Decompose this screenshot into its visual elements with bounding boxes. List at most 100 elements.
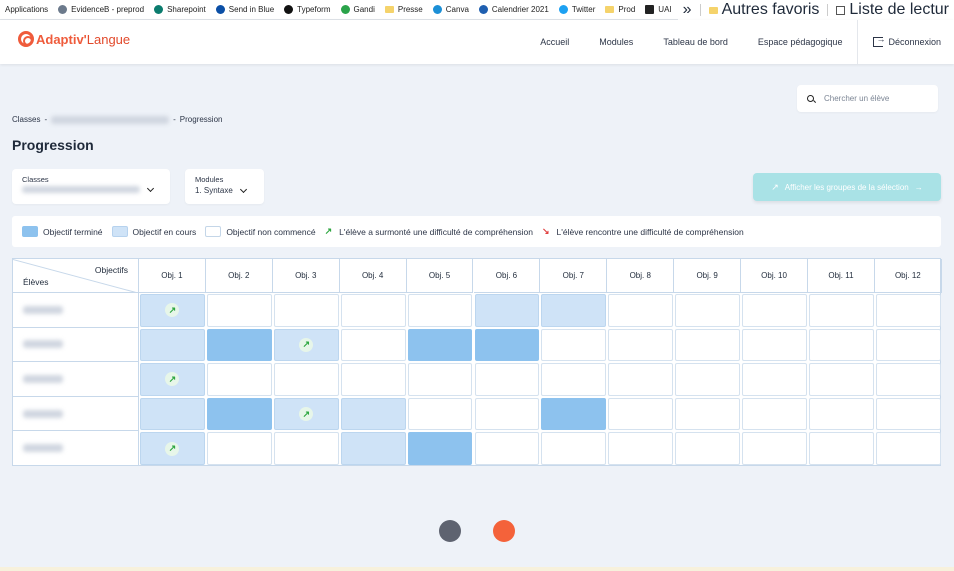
student-row-header[interactable] [13, 362, 139, 397]
progress-cell[interactable] [809, 432, 874, 465]
progress-cell[interactable] [675, 294, 741, 327]
bookmark-item[interactable]: Canva [428, 0, 474, 19]
progress-cell[interactable] [340, 328, 406, 362]
bookmark-item[interactable]: Send in Blue [211, 0, 279, 19]
progress-cell[interactable] [273, 363, 339, 396]
progress-cell[interactable] [608, 363, 674, 396]
progress-cell[interactable] [474, 328, 540, 362]
objective-header[interactable]: Obj. 11 [808, 259, 875, 293]
progress-cell[interactable] [608, 328, 674, 362]
objective-header[interactable]: Obj. 6 [473, 259, 541, 293]
progress-cell[interactable] [474, 397, 540, 431]
progress-cell[interactable] [875, 294, 941, 327]
progress-cell[interactable] [407, 363, 473, 396]
progress-cell[interactable]: ↗ [140, 363, 205, 396]
progress-cell[interactable] [340, 294, 406, 327]
bookmark-item[interactable]: Twitter [554, 0, 601, 19]
progress-cell[interactable] [206, 432, 272, 465]
progress-cell[interactable] [340, 363, 406, 396]
bookmark-item[interactable]: UAI [640, 0, 676, 19]
bookmark-item[interactable]: Applications [0, 0, 53, 19]
progress-cell[interactable] [675, 432, 741, 465]
objective-header[interactable]: Obj. 2 [205, 259, 273, 293]
progress-cell[interactable] [742, 397, 807, 431]
carousel-dot-previous[interactable] [439, 520, 461, 542]
breadcrumb-classes[interactable]: Classes [12, 115, 40, 124]
progress-cell[interactable] [541, 328, 607, 362]
carousel-dot-next[interactable] [493, 520, 515, 542]
progress-cell[interactable] [474, 432, 540, 465]
bookmark-item[interactable]: Typeform [279, 0, 335, 19]
progress-cell[interactable] [675, 328, 741, 362]
progress-cell[interactable] [809, 294, 874, 327]
module-select[interactable]: Modules 1. Syntaxe [185, 169, 264, 204]
objective-header[interactable]: Obj. 12 [874, 259, 942, 293]
objective-header[interactable]: Obj. 10 [741, 259, 808, 293]
student-row-header[interactable] [13, 431, 139, 466]
progress-cell[interactable] [675, 397, 741, 431]
nav-modules[interactable]: Modules [584, 37, 648, 47]
class-select[interactable]: Classes [12, 169, 170, 204]
app-logo[interactable]: Adaptiv' Langue [18, 31, 130, 47]
nav-teacher-space[interactable]: Espace pédagogique [743, 37, 858, 47]
progress-cell[interactable] [742, 328, 807, 362]
progress-cell[interactable] [541, 363, 607, 396]
progress-cell[interactable] [809, 397, 874, 431]
progress-cell[interactable] [809, 328, 874, 362]
bookmark-item[interactable]: EvidenceB - preprod [53, 0, 149, 19]
show-groups-button[interactable]: ↗ Afficher les groupes de la sélection → [753, 173, 941, 201]
bookmark-item[interactable]: Calendrier 2021 [474, 0, 554, 19]
progress-cell[interactable] [742, 432, 807, 465]
reading-list-button[interactable]: Liste de lectur [831, 0, 954, 20]
progress-cell[interactable] [474, 294, 540, 327]
progress-cell[interactable] [273, 432, 339, 465]
progress-cell[interactable] [273, 294, 339, 327]
progress-cell[interactable]: ↗ [140, 294, 205, 327]
progress-cell[interactable]: ↗ [140, 432, 205, 465]
logout-button[interactable]: Déconnexion [857, 20, 954, 64]
progress-cell[interactable] [675, 363, 741, 396]
progress-cell[interactable] [541, 397, 607, 431]
student-row-header[interactable] [13, 396, 139, 432]
progress-cell[interactable] [541, 432, 607, 465]
objective-header[interactable]: Obj. 1 [139, 259, 206, 293]
breadcrumb-class-name-redacted[interactable] [51, 115, 170, 124]
progress-cell[interactable] [140, 328, 205, 362]
progress-cell[interactable]: ↗ [273, 328, 339, 362]
progress-cell[interactable] [608, 294, 674, 327]
objective-header[interactable]: Obj. 7 [540, 259, 608, 293]
progress-cell[interactable] [608, 397, 674, 431]
progress-cell[interactable] [809, 363, 874, 396]
progress-cell[interactable] [608, 432, 674, 465]
progress-cell[interactable] [206, 397, 272, 431]
other-favorites-folder[interactable]: Autres favoris [704, 0, 825, 20]
student-search[interactable]: Chercher un élève [797, 85, 938, 112]
student-row-header[interactable] [13, 327, 139, 363]
bookmark-item[interactable]: Presse [380, 0, 428, 19]
progress-cell[interactable] [206, 328, 272, 362]
progress-cell[interactable] [407, 432, 473, 465]
objective-header[interactable]: Obj. 5 [406, 259, 474, 293]
progress-cell[interactable] [742, 363, 807, 396]
more-bookmarks-button[interactable]: » [678, 0, 697, 20]
progress-cell[interactable] [407, 397, 473, 431]
progress-cell[interactable] [407, 328, 473, 362]
progress-cell[interactable] [340, 397, 406, 431]
progress-cell[interactable] [140, 397, 205, 431]
objective-header[interactable]: Obj. 9 [674, 259, 742, 293]
progress-cell[interactable] [875, 432, 941, 465]
student-row-header[interactable] [13, 293, 139, 328]
bookmark-item[interactable]: Gandi [336, 0, 380, 19]
progress-cell[interactable] [206, 294, 272, 327]
bookmark-item[interactable]: Prod [600, 0, 640, 19]
progress-cell[interactable] [407, 294, 473, 327]
progress-cell[interactable] [742, 294, 807, 327]
progress-cell[interactable] [340, 432, 406, 465]
bookmark-item[interactable]: Sharepoint [149, 0, 211, 19]
search-input[interactable]: Chercher un élève [824, 94, 889, 103]
progress-cell[interactable] [206, 363, 272, 396]
objective-header[interactable]: Obj. 4 [339, 259, 407, 293]
nav-dashboard[interactable]: Tableau de bord [648, 37, 743, 47]
progress-cell[interactable] [875, 363, 941, 396]
progress-cell[interactable]: ↗ [273, 397, 339, 431]
